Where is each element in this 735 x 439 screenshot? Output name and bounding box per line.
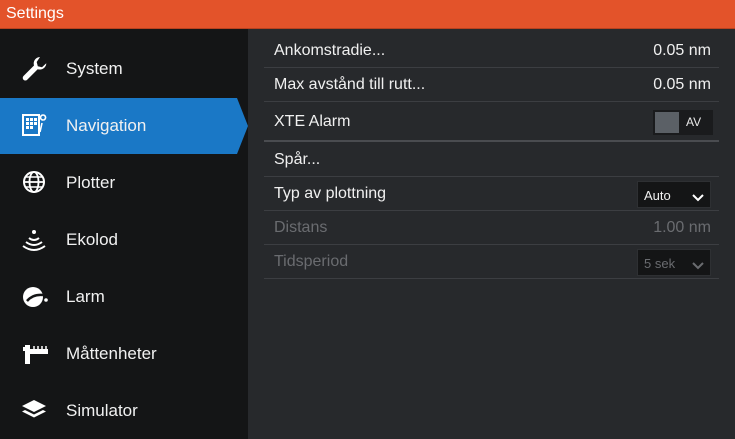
setting-label: Tidsperiod [274,253,349,270]
setting-label: Max avstånd till rutt... [274,76,426,93]
settings-panel: Ankomstradie... 0.05 nm Max avstånd till… [248,29,735,439]
setting-label: XTE Alarm [274,113,351,130]
alarm-icon [20,282,50,312]
setting-value: 0.05 nm [653,42,711,59]
setting-plotting-type[interactable]: Typ av plottning Auto [264,178,719,211]
sonar-icon [20,225,50,255]
setting-trails[interactable]: Spår... [264,144,719,177]
sidebar: System Navigation Plotter Ekolod Larm Må… [0,29,248,439]
window-title: Settings [6,5,64,22]
select-value: 5 sek [644,256,676,271]
title-bar: Settings [0,0,735,29]
setting-label: Distans [274,219,328,236]
setting-label: Ankomstradie... [274,42,386,59]
sidebar-item-larm[interactable]: Larm [0,269,237,325]
setting-distance: Distans 1.00 nm [264,212,719,245]
toggle-knob [655,112,679,133]
setting-max-route-distance[interactable]: Max avstånd till rutt... 0.05 nm [264,69,719,102]
plotting-type-select[interactable]: Auto [637,181,711,208]
setting-xte-alarm[interactable]: XTE Alarm AV [264,103,719,142]
time-period-select: 5 sek [637,249,711,276]
chevron-down-icon [692,190,704,202]
sidebar-item-mattenheter[interactable]: Måttenheter [0,326,237,382]
sidebar-item-label: Måttenheter [66,344,157,363]
setting-time-period: Tidsperiod 5 sek [264,246,719,279]
select-value: Auto [644,188,671,203]
chevron-down-icon [692,258,704,270]
sidebar-item-navigation[interactable]: Navigation [0,98,248,154]
sidebar-item-label: Plotter [66,173,116,192]
wrench-icon [20,54,50,84]
toggle-state: AV [686,115,702,129]
navigation-icon [20,111,50,141]
setting-label: Spår... [274,151,321,168]
sidebar-item-label: Larm [66,287,105,306]
xte-alarm-toggle[interactable]: AV [653,110,713,135]
layers-icon [20,396,50,426]
setting-value: 0.05 nm [653,76,711,93]
sidebar-item-label: Ekolod [66,230,118,249]
sidebar-item-label: Simulator [66,401,138,420]
sidebar-item-system[interactable]: System [0,41,237,97]
setting-label: Typ av plottning [274,185,387,202]
setting-arrival-radius[interactable]: Ankomstradie... 0.05 nm [264,35,719,68]
sidebar-item-label: System [66,59,123,78]
sidebar-item-plotter[interactable]: Plotter [0,155,237,211]
globe-icon [20,168,50,198]
sidebar-item-ekolod[interactable]: Ekolod [0,212,237,268]
ruler-icon [20,339,50,369]
setting-value: 1.00 nm [653,219,711,236]
sidebar-item-label: Navigation [66,116,147,135]
sidebar-item-simulator[interactable]: Simulator [0,383,237,439]
